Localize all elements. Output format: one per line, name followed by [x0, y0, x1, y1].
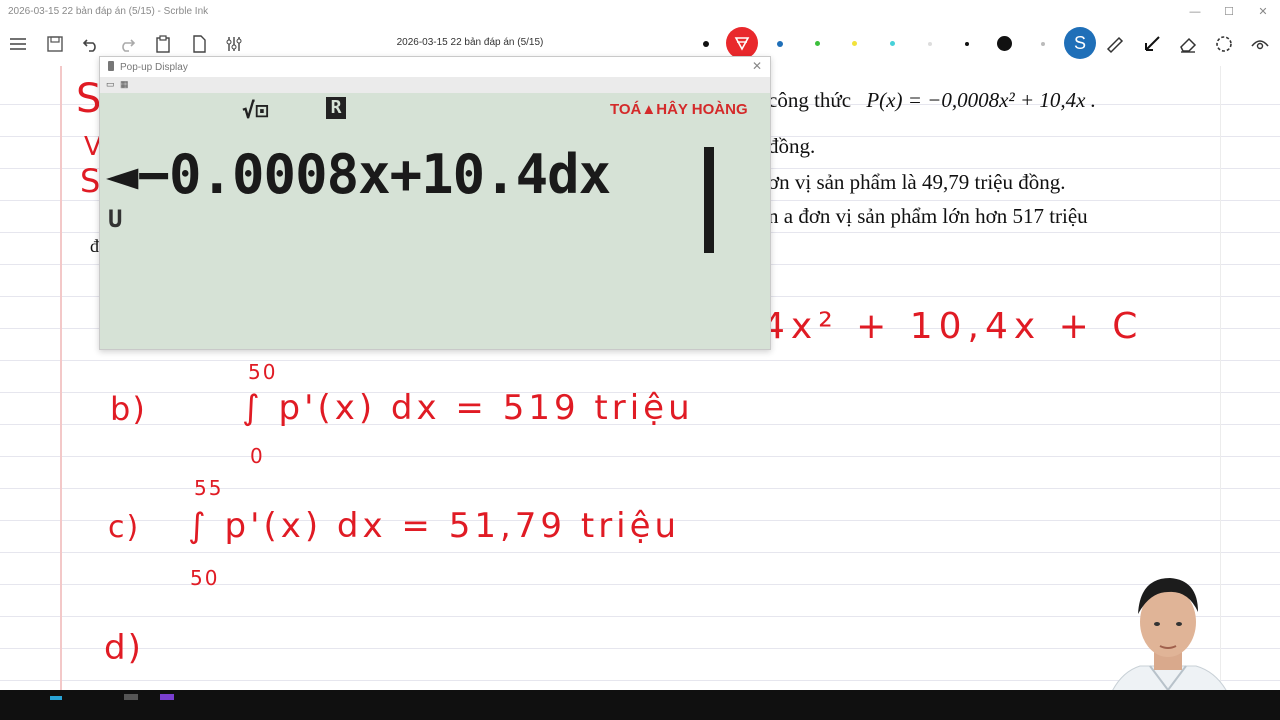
pen-size-tiny[interactable] [1041, 42, 1045, 46]
calculator-brand-watermark: TOÁ▲HÂY HOÀNG [610, 101, 748, 118]
answer-b-lower-bound: 0 [250, 444, 265, 468]
lasso-icon[interactable] [1213, 34, 1235, 56]
window-title: 2026-03-15 22 bản đáp án (5/15) - Scrble… [8, 6, 209, 17]
taskbar-app-icon[interactable] [160, 694, 174, 700]
calculator-close-icon[interactable]: ✕ [752, 59, 762, 73]
calculator-menu-icon[interactable]: ▭ [106, 79, 115, 90]
problem-line-4: n a đơn vị sản phẩm lớn hơn 517 triệu [768, 204, 1088, 228]
document-title: 2026-03-15 22 bản đáp án (5/15) [396, 37, 544, 48]
answer-c-upper-bound: 55 [194, 476, 224, 500]
window-controls: — ☐ ✕ [1178, 0, 1280, 24]
close-window-button[interactable]: ✕ [1246, 0, 1280, 24]
answer-b-upper-bound: 50 [248, 360, 278, 384]
pen-color-cyan[interactable] [890, 41, 895, 46]
taskbar-app-icon[interactable] [124, 694, 138, 700]
taskbar-app-icon[interactable] [50, 696, 62, 700]
eraser-icon[interactable] [1177, 34, 1199, 56]
problem-line-4b: đ [90, 236, 99, 256]
calculator-keypad-icon[interactable]: ▦ [120, 79, 129, 90]
presenter-webcam [1088, 566, 1248, 690]
view-icon[interactable] [1249, 34, 1271, 56]
ruled-line [0, 488, 1280, 489]
answer-c-lower-bound: 50 [190, 566, 220, 590]
margin-line [60, 66, 62, 690]
calculator-popup-window[interactable]: Pop-up Display ✕ ▭ ▦ √⊡ R TOÁ▲HÂY HOÀNG … [99, 56, 771, 350]
pen-color-green[interactable] [815, 41, 820, 46]
problem-line-2: đồng. [768, 134, 816, 158]
minimize-button[interactable]: — [1178, 0, 1212, 24]
answer-b-integral: ∫ p'(x) dx = 519 triệu [242, 388, 694, 428]
answer-c-integral: ∫ p'(x) dx = 51,79 triệu [188, 506, 681, 546]
answer-b-label: b) [110, 390, 147, 428]
scroll-indicator-u: U [108, 205, 123, 233]
pen-color-blue[interactable] [777, 41, 783, 47]
window-titlebar: 2026-03-15 22 bản đáp án (5/15) - Scrble… [0, 0, 1280, 24]
pen-red-selected[interactable] [726, 27, 758, 59]
calculator-app-icon [108, 61, 114, 71]
answer-d-label: d) [104, 628, 143, 668]
os-taskbar [0, 690, 1280, 720]
calculator-expression: ◄−0.0008x+10.4dx [106, 143, 611, 206]
ruled-line [0, 360, 1280, 361]
problem-text-cong-thuc: công thức [768, 88, 852, 112]
answer-c-label: c) [108, 510, 141, 545]
rad-mode-indicator: R [326, 97, 346, 119]
ruled-line [0, 552, 1280, 553]
problem-line-3: ơn vị sản phẩm là 49,79 triệu đồng. [768, 170, 1066, 194]
problem-line-1: công thức P(x) = −0,0008x² + 10,4x . [768, 88, 1096, 113]
answer-a-antiderivative: 4x² + 10,4x + C [762, 306, 1144, 347]
pointer-icon[interactable] [1141, 34, 1163, 56]
text-cursor [704, 147, 714, 253]
scrble-pen-icon[interactable]: S [1064, 27, 1096, 59]
calculator-screen: √⊡ R TOÁ▲HÂY HOÀNG ◄−0.0008x+10.4dx U [100, 93, 770, 349]
pen-color-yellow[interactable] [852, 41, 857, 46]
calculator-menubar: ▭ ▦ [100, 77, 770, 93]
calculator-title: Pop-up Display [120, 62, 188, 73]
ruled-line [0, 456, 1280, 457]
maximize-button[interactable]: ☐ [1212, 0, 1246, 24]
pen-color-white[interactable] [928, 42, 932, 46]
pen-size-small[interactable] [965, 42, 969, 46]
calculator-titlebar[interactable]: Pop-up Display ✕ [100, 57, 770, 77]
ruler-icon[interactable] [1104, 34, 1126, 56]
math-mode-indicator: √⊡ [242, 99, 269, 124]
pen-color-black-small[interactable] [703, 41, 709, 47]
problem-formula: P(x) = −0,0008x² + 10,4x . [866, 88, 1096, 112]
pen-size-large[interactable] [997, 36, 1012, 51]
